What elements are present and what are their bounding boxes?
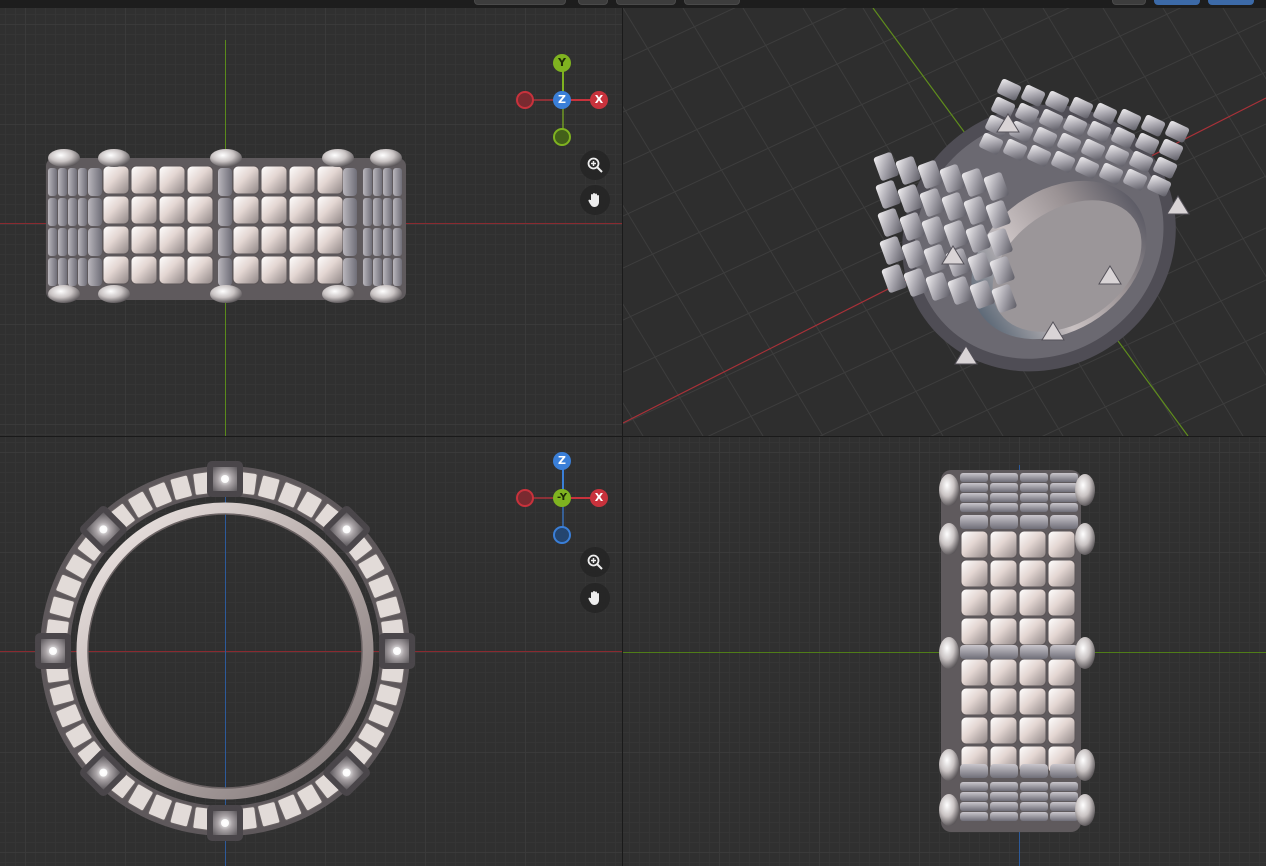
gizmo-y-ball[interactable]: Y xyxy=(553,54,571,72)
zoom-in-icon xyxy=(587,157,603,173)
viewport-top[interactable]: Y Z X xyxy=(0,8,622,436)
viewport-right[interactable] xyxy=(623,437,1266,866)
header-toolbar xyxy=(0,0,1266,8)
viewport-perspective[interactable] xyxy=(623,8,1266,436)
gizmo-neg-x-ball[interactable] xyxy=(516,489,534,507)
gizmo-neg-y-ball[interactable] xyxy=(553,128,571,146)
viewport-divider-horizontal xyxy=(0,436,1266,437)
zoom-button[interactable] xyxy=(580,547,610,577)
gizmo-z-ball[interactable]: Z xyxy=(553,91,571,109)
ring-perspective xyxy=(873,78,1190,372)
axis-gizmo-top[interactable]: Y Z X xyxy=(513,50,613,150)
hand-pan-icon xyxy=(588,591,599,605)
hand-pan-icon xyxy=(588,193,599,207)
toolbar-gizmo-toggle[interactable] xyxy=(1154,0,1200,5)
ring-side-view xyxy=(939,470,1095,832)
perspective-scene xyxy=(623,8,1266,436)
viewport-front[interactable]: Z -Y X xyxy=(0,437,622,866)
gizmo-x-ball[interactable]: X xyxy=(590,489,608,507)
axis-gizmo-front[interactable]: Z -Y X xyxy=(513,448,613,548)
toolbar-pivot-button[interactable] xyxy=(1112,0,1146,5)
gizmo-z-ball[interactable]: Z xyxy=(553,452,571,470)
toolbar-view-dropdown[interactable] xyxy=(474,0,566,5)
viewport-divider-vertical xyxy=(622,8,623,866)
toolbar-snap-button[interactable] xyxy=(578,0,608,5)
pan-button[interactable] xyxy=(580,185,610,215)
gizmo-neg-z-ball[interactable] xyxy=(553,526,571,544)
zoom-button[interactable] xyxy=(580,150,610,180)
gizmo-neg-x-ball[interactable] xyxy=(516,91,534,109)
gizmo-x-ball[interactable]: X xyxy=(590,91,608,109)
toolbar-overlay-toggle[interactable] xyxy=(1208,0,1254,5)
zoom-in-icon xyxy=(587,554,603,570)
toolbar-overlay-button[interactable] xyxy=(616,0,676,5)
pan-button[interactable] xyxy=(580,583,610,613)
gizmo-neg-y-ball[interactable]: -Y xyxy=(553,489,571,507)
toolbar-shading-button[interactable] xyxy=(684,0,740,5)
